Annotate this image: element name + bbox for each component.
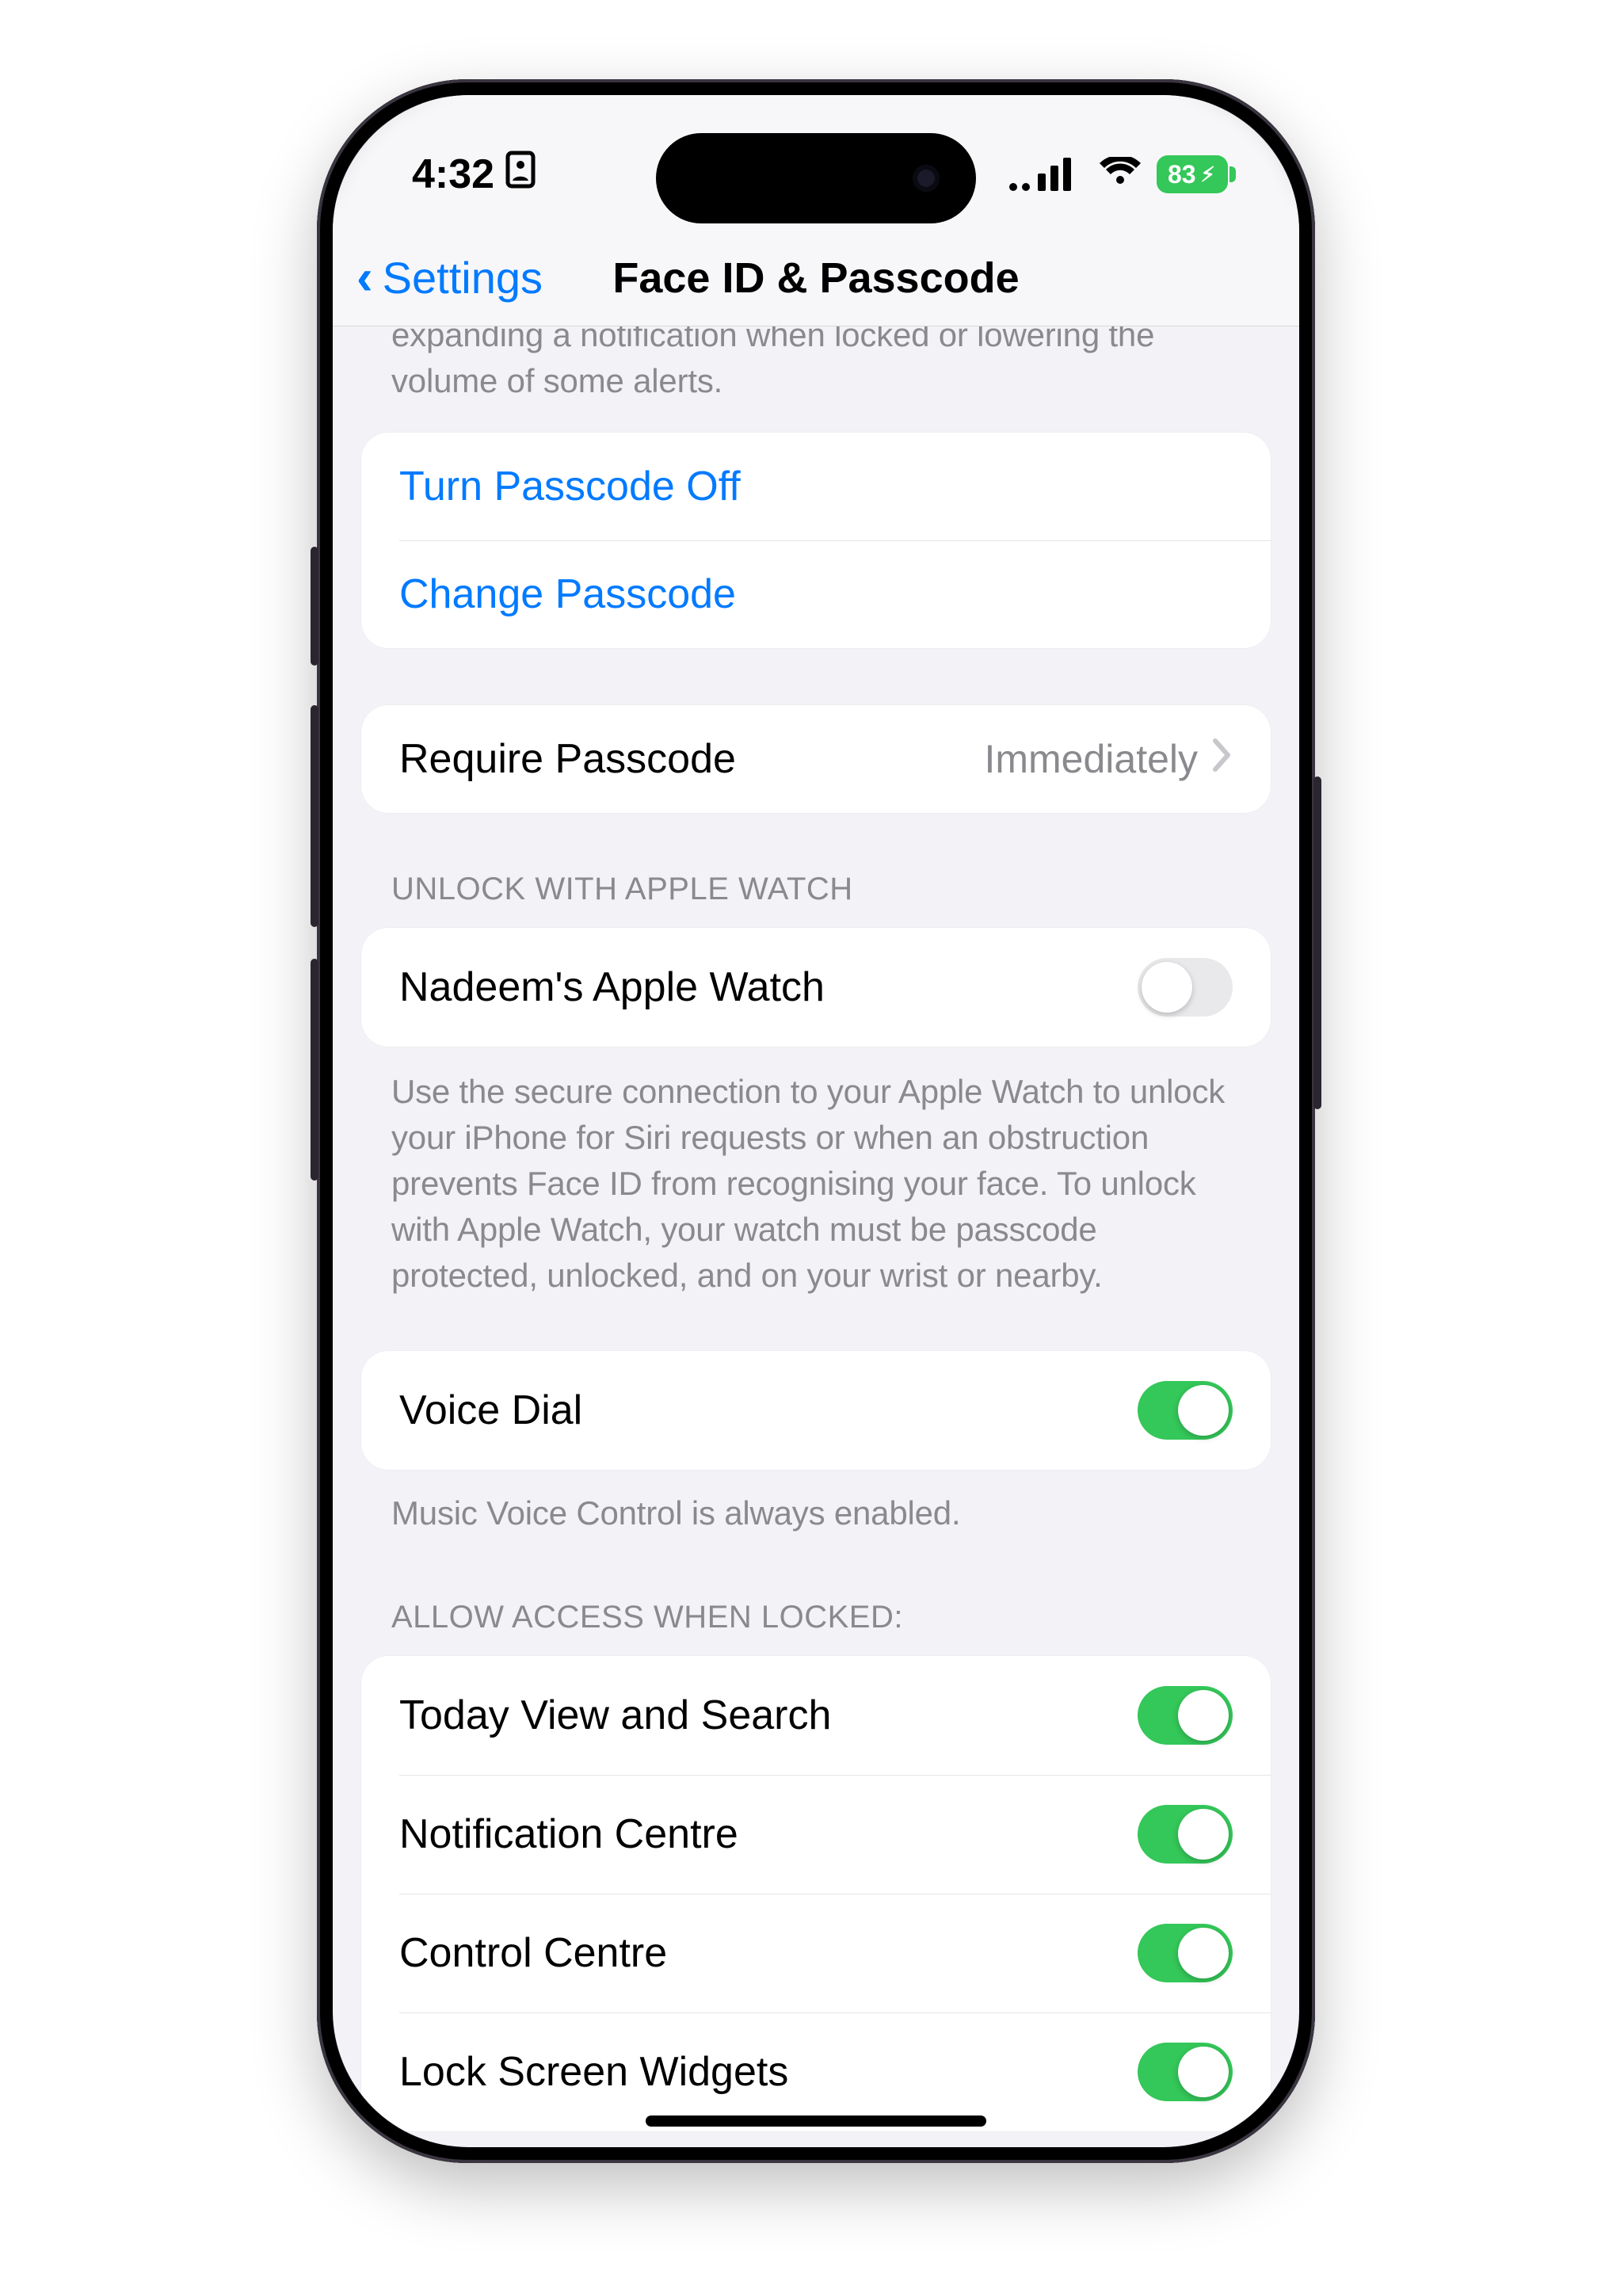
voice-dial-row[interactable]: Voice Dial [361,1351,1271,1470]
dynamic-island [656,133,976,223]
side-button [311,547,318,666]
row-label: Lock Screen Widgets [399,2048,788,2096]
require-passcode-row[interactable]: Require Passcode Immediately [361,705,1271,813]
notification-centre-toggle[interactable] [1138,1805,1233,1864]
screen: 4:32 83⚡︎ ‹ Setting [333,95,1299,2147]
nav-bar: ‹ Settings Face ID & Passcode [333,230,1299,326]
apple-watch-row[interactable]: Nadeem's Apple Watch [361,928,1271,1047]
volume-up-button [311,705,318,927]
row-label: Turn Passcode Off [399,463,741,510]
apple-watch-group: Nadeem's Apple Watch [361,928,1271,1047]
row-label: Voice Dial [399,1387,582,1434]
back-button[interactable]: ‹ Settings [356,230,543,326]
home-indicator[interactable] [646,2115,986,2127]
watch-footer: Use the secure connection to your Apple … [361,1047,1271,1327]
voice-footer: Music Voice Control is always enabled. [361,1470,1271,1565]
battery-level: 83 [1168,160,1196,189]
chevron-right-icon [1212,736,1233,782]
today-view-toggle[interactable] [1138,1686,1233,1745]
back-label: Settings [383,252,543,303]
id-card-icon [505,151,536,199]
volume-down-button [311,959,318,1181]
control-centre-toggle[interactable] [1138,1924,1233,1982]
battery-indicator: 83⚡︎ [1157,155,1228,193]
section-header-locked: ALLOW ACCESS WHEN LOCKED: [361,1565,1271,1656]
row-label: Nadeem's Apple Watch [399,963,825,1011]
apple-watch-toggle[interactable] [1138,958,1233,1017]
row-label: Require Passcode [399,735,736,783]
chevron-left-icon: ‹ [356,250,373,306]
notification-centre-row[interactable]: Notification Centre [361,1775,1271,1894]
page-title: Face ID & Passcode [612,254,1019,303]
today-view-row[interactable]: Today View and Search [361,1656,1271,1775]
turn-passcode-off-button[interactable]: Turn Passcode Off [361,433,1271,540]
row-label: Notification Centre [399,1810,738,1858]
passcode-actions-group: Turn Passcode Off Change Passcode [361,433,1271,648]
row-value: Immediately [984,736,1198,782]
attention-footer: iPhone will check for attention before d… [361,326,1271,433]
voice-dial-toggle[interactable] [1138,1381,1233,1440]
wifi-icon [1100,157,1141,193]
scroll-content[interactable]: iPhone will check for attention before d… [333,326,1299,2147]
lock-screen-widgets-toggle[interactable] [1138,2043,1233,2101]
status-time: 4:32 [412,151,494,198]
change-passcode-button[interactable]: Change Passcode [361,540,1271,648]
charging-icon: ⚡︎ [1201,162,1215,187]
voice-dial-group: Voice Dial [361,1351,1271,1470]
row-label: Change Passcode [399,570,736,618]
section-header-watch: UNLOCK WITH APPLE WATCH [361,813,1271,928]
cellular-icon [1009,158,1084,191]
require-passcode-group: Require Passcode Immediately [361,705,1271,813]
control-centre-row[interactable]: Control Centre [361,1894,1271,2012]
row-label: Today View and Search [399,1692,831,1739]
device-frame: 4:32 83⚡︎ ‹ Setting [317,79,1315,2163]
row-label: Control Centre [399,1929,667,1977]
locked-access-group: Today View and Search Notification Centr… [361,1656,1271,2131]
power-button [1313,776,1321,1109]
lock-screen-widgets-row[interactable]: Lock Screen Widgets [361,2012,1271,2131]
